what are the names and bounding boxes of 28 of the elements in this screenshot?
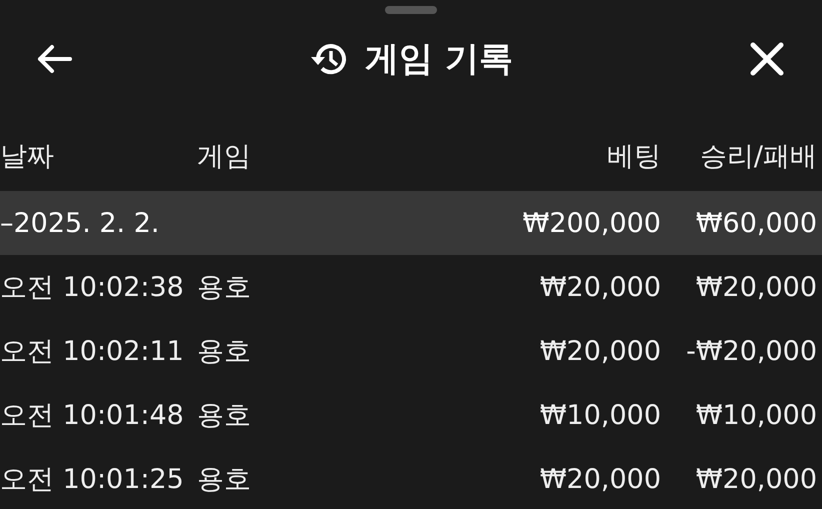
column-header: 게임 bbox=[197, 140, 252, 174]
table-cell-text: ₩20,000 bbox=[538, 272, 661, 302]
table-cell-text: 오전 10:01:48 bbox=[0, 399, 185, 433]
table-cell-text: -₩20,000 bbox=[685, 336, 817, 366]
back-button[interactable] bbox=[36, 44, 72, 74]
group-date: –2025. 2. 2. bbox=[0, 208, 160, 238]
table-cell-text: ₩20,000 bbox=[538, 464, 661, 494]
table-cell-text: 오전 10:02:38 bbox=[0, 271, 185, 305]
group-bet-total: ₩200,000 bbox=[522, 208, 661, 238]
table-cell-text: ₩20,000 bbox=[694, 464, 817, 494]
group-result-total: ₩60,000 bbox=[694, 208, 817, 238]
table-cell-text: ₩10,000 bbox=[694, 400, 817, 430]
table-cell-text: 오전 10:02:11 bbox=[0, 335, 185, 369]
drag-handle[interactable] bbox=[385, 6, 437, 14]
table-cell-text: ₩20,000 bbox=[538, 336, 661, 366]
table-cell-text: 용호 bbox=[197, 271, 252, 305]
table-cell-text: 용호 bbox=[197, 335, 252, 369]
table-cell-text: ₩20,000 bbox=[694, 272, 817, 302]
table-cell-text: 용호 bbox=[197, 399, 252, 433]
column-header: 날짜 bbox=[0, 140, 55, 174]
column-header: 베팅 bbox=[606, 140, 661, 174]
sheet-title: 게임 기록 bbox=[365, 38, 513, 81]
column-header: 승리/패배 bbox=[698, 140, 817, 174]
table-cell-text: ₩10,000 bbox=[538, 400, 661, 430]
table-cell-text: 용호 bbox=[197, 463, 252, 497]
date-group-row[interactable]: –2025. 2. 2. ₩200,000 ₩60,000 bbox=[0, 191, 822, 255]
close-button[interactable] bbox=[750, 42, 784, 76]
table-cell-text: 오전 10:01:25 bbox=[0, 463, 185, 497]
